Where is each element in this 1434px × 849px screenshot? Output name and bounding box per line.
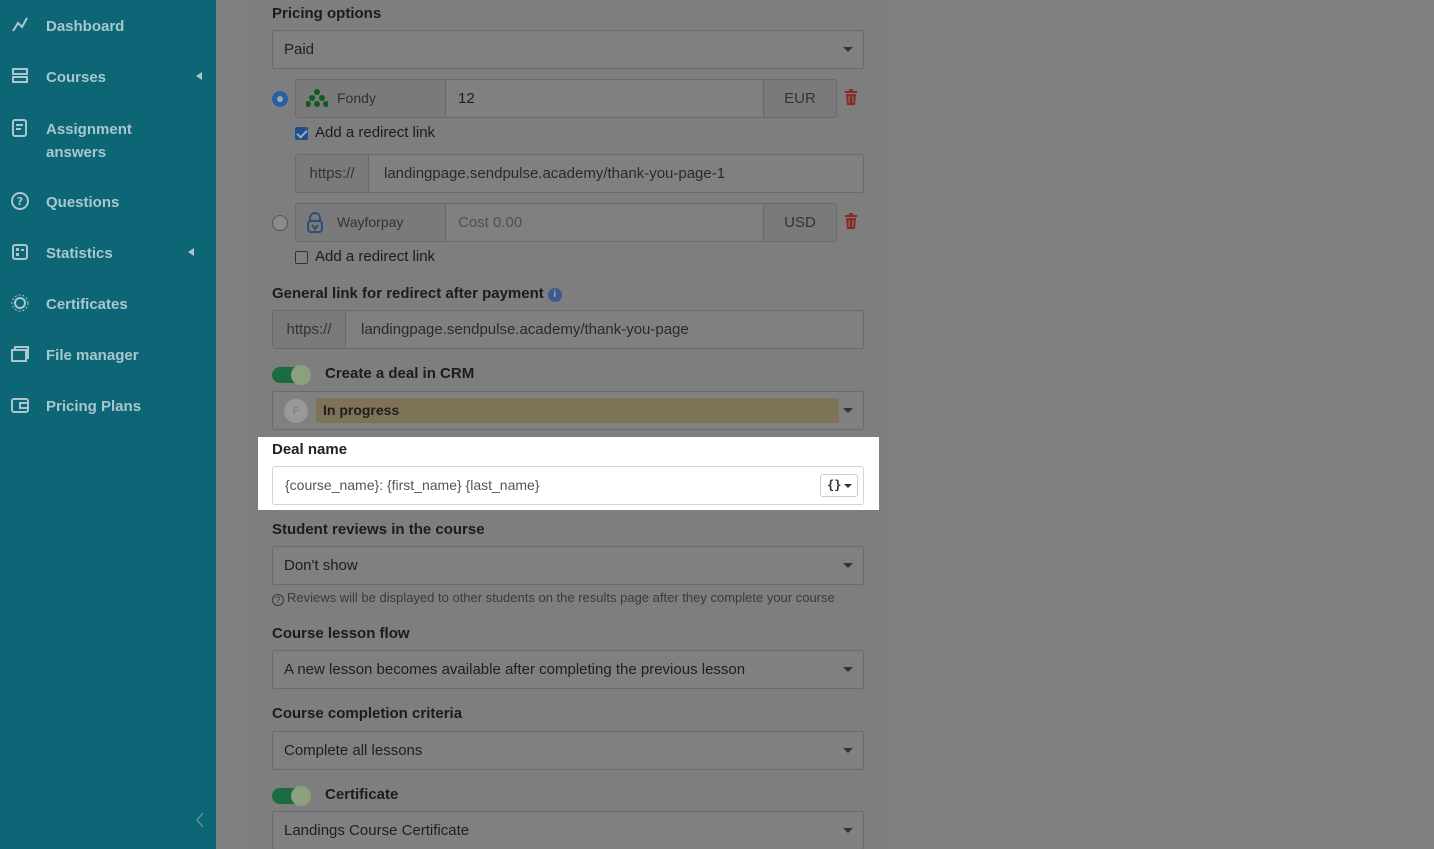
completion-criteria-value: Complete all lessons (284, 742, 423, 759)
wayforpay-amount-input[interactable]: Cost 0.00 (458, 204, 522, 241)
trash-icon[interactable] (845, 89, 857, 105)
student-reviews-label: Student reviews in the course (272, 521, 485, 538)
sidebar-item-label: Questions (46, 194, 120, 211)
student-reviews-select[interactable]: Don't show (272, 546, 864, 585)
fondy-currency[interactable]: EUR (763, 80, 836, 117)
wayforpay-redirect-label: Add a redirect link (315, 248, 436, 265)
crm-deal-label: Create a deal in CRM (325, 365, 475, 382)
assignment-icon (12, 119, 27, 137)
wayforpay-provider: Wayforpay (296, 204, 446, 241)
sidebar-item-assignment-answers[interactable]: Assignment answers (0, 118, 216, 164)
certificate-value: Landings Course Certificate (284, 822, 470, 839)
wayforpay-currency[interactable]: USD (763, 204, 836, 241)
fondy-provider: Fondy (296, 80, 446, 117)
sidebar: Dashboard Courses Assignment answers ? Q… (0, 0, 216, 849)
sidebar-item-statistics[interactable]: Statistics (0, 242, 216, 265)
pricing-options-value: Paid (284, 41, 315, 58)
crm-pipeline-select[interactable]: F In progress (272, 391, 864, 430)
fondy-redirect-url-value: landingpage.sendpulse.academy/thank-you-… (384, 165, 726, 182)
lesson-flow-value: A new lesson becomes available after com… (284, 661, 746, 678)
fondy-redirect-url-field[interactable]: https:// landingpage.sendpulse.academy/t… (295, 154, 864, 193)
chart-line-icon (12, 17, 28, 32)
chevron-down-icon (843, 47, 853, 52)
chevron-down-icon (843, 667, 853, 672)
general-redirect-url-field[interactable]: https:// landingpage.sendpulse.academy/t… (272, 310, 864, 349)
deal-name-label: Deal name (272, 441, 348, 458)
courses-icon (12, 68, 28, 83)
trash-icon[interactable] (845, 213, 857, 229)
deal-name-input[interactable]: {course_name}: {first_name} {last_name} … (272, 466, 864, 505)
wayforpay-redirect-checkbox[interactable] (295, 251, 308, 264)
chevron-down-icon (843, 408, 853, 413)
caret-left-icon (188, 248, 194, 256)
sidebar-item-courses[interactable]: Courses (0, 66, 216, 89)
chevron-down-icon (843, 748, 853, 753)
lesson-flow-label: Course lesson flow (272, 625, 410, 642)
fondy-amount-input[interactable]: 12 (458, 80, 475, 117)
fondy-redirect-checkbox[interactable] (295, 127, 308, 140)
student-reviews-value: Don't show (284, 557, 358, 574)
crm-stage-badge: In progress (316, 398, 839, 423)
avatar: F (284, 399, 308, 423)
completion-criteria-select[interactable]: Complete all lessons (272, 731, 864, 770)
chevron-down-icon (843, 828, 853, 833)
general-redirect-label: General link for redirect after payment i (272, 285, 562, 302)
info-icon[interactable]: i (547, 288, 562, 302)
question-icon: ? (11, 192, 29, 210)
wallet-icon (11, 398, 29, 413)
reviews-hint: ? Reviews will be displayed to other stud… (272, 590, 835, 606)
reviews-hint-text: Reviews will be displayed to other stude… (287, 590, 835, 605)
certificate-icon (11, 294, 29, 312)
completion-criteria-label: Course completion criteria (272, 705, 463, 722)
fondy-provider-name: Fondy (337, 90, 376, 106)
wayforpay-provider-name: Wayforpay (337, 214, 404, 230)
fondy-payment-row: Fondy 12 EUR (295, 79, 837, 118)
general-redirect-label-text: General link for redirect after payment (272, 285, 544, 302)
folder-icon (11, 346, 29, 362)
caret-left-icon (196, 72, 202, 80)
sidebar-item-label: Courses (46, 69, 107, 86)
variable-button-label: {} (827, 478, 842, 492)
fondy-logo-icon (306, 89, 328, 107)
insert-variable-button[interactable]: {} (820, 474, 858, 497)
certificate-label: Certificate (325, 786, 399, 803)
sidebar-item-label: Dashboard (46, 18, 125, 35)
collapse-sidebar-icon[interactable] (194, 810, 206, 830)
sidebar-item-file-manager[interactable]: File manager (0, 344, 216, 367)
sidebar-item-pricing-plans[interactable]: Pricing Plans (0, 395, 216, 418)
certificate-select[interactable]: Landings Course Certificate (272, 811, 864, 849)
wayforpay-logo-icon (307, 212, 323, 233)
lesson-flow-select[interactable]: A new lesson becomes available after com… (272, 650, 864, 689)
statistics-icon (12, 244, 28, 260)
sidebar-item-label: Statistics (46, 245, 113, 262)
url-prefix: https:// (296, 155, 369, 192)
fondy-redirect-label: Add a redirect link (315, 124, 436, 141)
chevron-down-icon (844, 484, 852, 488)
sidebar-item-label: File manager (46, 347, 139, 364)
deal-name-section: Deal name {course_name}: {first_name} {l… (258, 437, 879, 510)
certificate-toggle[interactable] (272, 786, 311, 806)
fondy-radio[interactable] (272, 91, 288, 107)
wayforpay-radio[interactable] (272, 215, 288, 231)
pricing-options-label: Pricing options (272, 5, 382, 22)
sidebar-item-label: Certificates (46, 296, 128, 313)
sidebar-item-dashboard[interactable]: Dashboard (0, 15, 216, 38)
crm-deal-toggle[interactable] (272, 365, 311, 385)
sidebar-item-questions[interactable]: ? Questions (0, 191, 216, 214)
svg-text:?: ? (17, 195, 23, 208)
chevron-down-icon (843, 563, 853, 568)
general-redirect-url-value: landingpage.sendpulse.academy/thank-you-… (361, 321, 689, 338)
sidebar-item-label: Assignment answers (46, 121, 132, 161)
url-prefix: https:// (273, 311, 346, 348)
question-icon: ? (272, 594, 284, 606)
sidebar-item-label: Pricing Plans (46, 398, 142, 415)
pricing-options-select[interactable]: Paid (272, 30, 864, 69)
wayforpay-payment-row: Wayforpay Cost 0.00 USD (295, 203, 837, 242)
sidebar-item-certificates[interactable]: Certificates (0, 293, 216, 316)
deal-name-value: {course_name}: {first_name} {last_name} (285, 477, 540, 493)
